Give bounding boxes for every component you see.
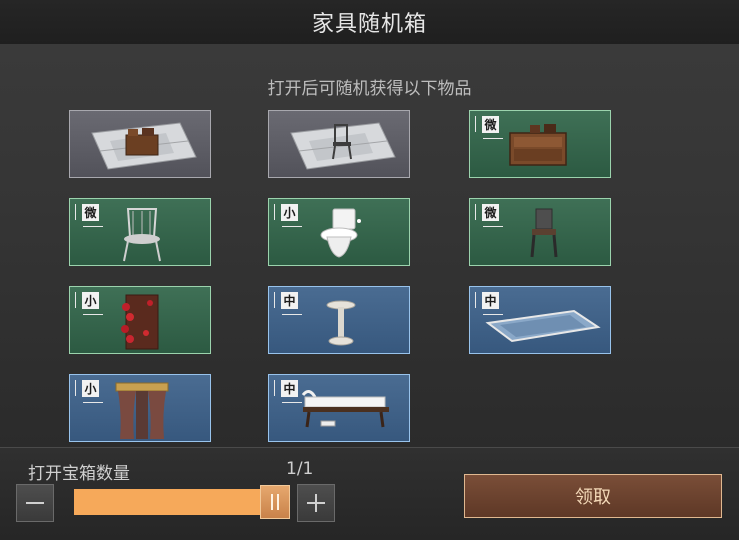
wicker-chair-icon	[123, 208, 161, 262]
blueprint-chair-icon	[290, 122, 396, 170]
plus-icon	[307, 494, 325, 512]
rose-trellis-icon	[121, 294, 159, 350]
claim-button[interactable]: 领取	[464, 474, 722, 518]
small-chair-icon	[530, 208, 558, 258]
item-tile-rose-trellis[interactable]: 小	[69, 286, 211, 354]
wooden-cabinet-icon	[509, 124, 567, 166]
item-tile-rug[interactable]: 中	[469, 286, 611, 354]
handle-grip-icon	[277, 494, 279, 510]
item-tile-small-chair[interactable]: 微	[469, 198, 611, 266]
item-tile-fountain[interactable]: 中	[268, 286, 410, 354]
minus-icon	[26, 502, 44, 504]
slider-fill	[74, 489, 260, 515]
open-quantity-count: 1/1	[286, 459, 314, 479]
item-tile-curtain[interactable]: 小	[69, 374, 211, 442]
blueprint-cabinet-icon	[91, 122, 197, 170]
rug-icon	[485, 309, 601, 343]
item-tile-blueprint-chair[interactable]	[268, 110, 410, 178]
item-tile-toilet[interactable]: 小	[268, 198, 410, 266]
quantity-slider[interactable]	[74, 485, 290, 519]
increase-button[interactable]	[297, 484, 335, 522]
handle-grip-icon	[271, 494, 273, 510]
decrease-button[interactable]	[16, 484, 54, 522]
fountain-icon	[326, 300, 356, 346]
item-tile-wooden-cabinet[interactable]: 微	[469, 110, 611, 178]
open-quantity-label: 打开宝箱数量	[28, 464, 130, 484]
page-title: 家具随机箱	[311, 12, 427, 37]
slider-handle[interactable]	[260, 485, 290, 519]
item-tile-blueprint-cabinet[interactable]	[69, 110, 211, 178]
title-bar: 家具随机箱	[0, 0, 739, 45]
panel-subtitle: 打开后可随机获得以下物品	[267, 79, 472, 99]
curtain-icon	[115, 382, 169, 439]
daybed-icon	[301, 390, 389, 428]
toilet-icon	[320, 208, 361, 258]
item-tile-wicker-chair[interactable]: 微	[69, 198, 211, 266]
item-tile-daybed[interactable]: 中	[268, 374, 410, 442]
